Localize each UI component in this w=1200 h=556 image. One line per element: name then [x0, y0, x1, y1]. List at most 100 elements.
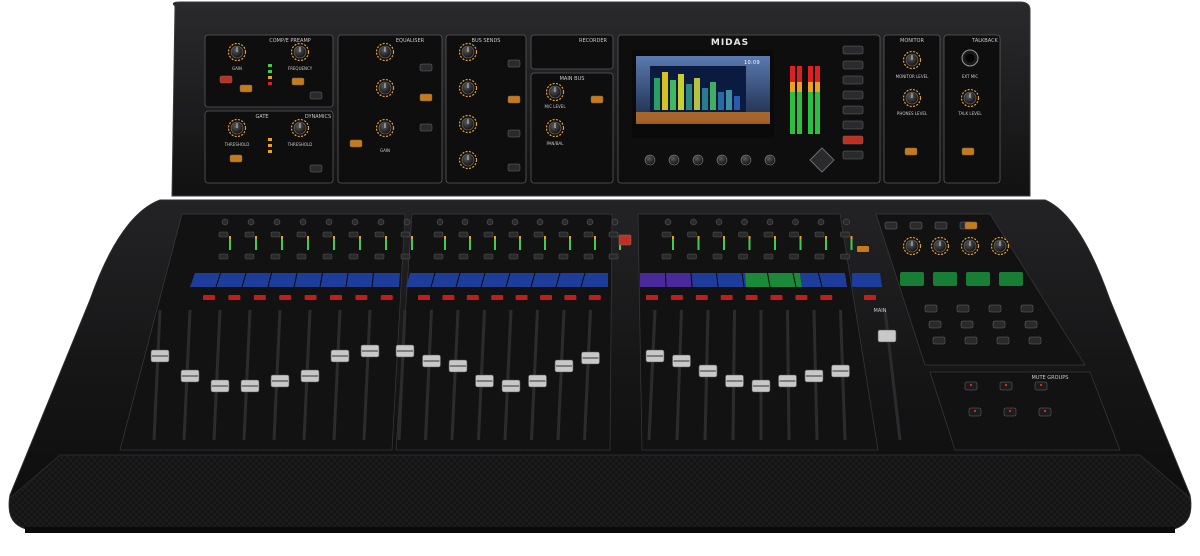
select-button[interactable]	[766, 218, 774, 226]
main-fader-knob[interactable]	[877, 329, 897, 343]
mute-button[interactable]	[515, 295, 528, 300]
mute-button[interactable]	[203, 295, 215, 300]
select-button[interactable]	[436, 218, 444, 226]
screen-encoder-knob[interactable]	[740, 154, 752, 166]
panel-button[interactable]	[507, 129, 521, 138]
solo-button[interactable]	[400, 231, 411, 238]
solo-button[interactable]	[533, 231, 544, 238]
panel-button[interactable]	[419, 123, 433, 132]
select-button[interactable]	[611, 218, 619, 226]
panel-button[interactable]	[291, 77, 305, 86]
strip-button[interactable]	[348, 253, 359, 260]
strip-button[interactable]	[433, 253, 444, 260]
mute-button[interactable]	[228, 295, 241, 300]
mute-button[interactable]	[355, 295, 368, 300]
select-button[interactable]	[403, 218, 411, 226]
solo-button[interactable]	[608, 231, 619, 238]
strip-button[interactable]	[483, 253, 494, 260]
solo-button[interactable]	[483, 231, 494, 238]
panel-button[interactable]	[507, 59, 521, 68]
mute-button[interactable]	[695, 295, 708, 300]
select-button[interactable]	[486, 218, 494, 226]
screen-shortcut-button[interactable]	[842, 90, 864, 100]
mute-button[interactable]	[795, 295, 808, 300]
panel-button[interactable]	[239, 84, 253, 93]
strip-button[interactable]	[508, 253, 519, 260]
screen-encoder-knob[interactable]	[668, 154, 680, 166]
assign-button[interactable]	[960, 320, 974, 329]
solo-button[interactable]	[296, 231, 307, 238]
assign-button[interactable]	[1028, 336, 1042, 345]
screen-encoder-knob[interactable]	[764, 154, 776, 166]
solo-button[interactable]	[348, 231, 359, 238]
screen-shortcut-button[interactable]	[842, 135, 864, 145]
select-button[interactable]	[351, 218, 359, 226]
solo-button[interactable]	[687, 231, 697, 238]
select-button[interactable]	[325, 218, 333, 226]
select-button[interactable]	[536, 218, 544, 226]
mute-button[interactable]	[330, 295, 342, 300]
mute-button[interactable]	[588, 295, 601, 300]
solo-button[interactable]	[244, 231, 255, 238]
strip-button[interactable]	[687, 253, 697, 260]
panel-button[interactable]	[419, 63, 433, 72]
assign-button[interactable]	[1020, 304, 1034, 313]
mute-button[interactable]	[442, 295, 455, 300]
select-button[interactable]	[690, 218, 697, 226]
screen-shortcut-button[interactable]	[842, 105, 864, 115]
top-assign-button[interactable]	[884, 221, 898, 230]
strip-button[interactable]	[789, 253, 799, 260]
solo-button[interactable]	[433, 231, 444, 238]
assign-button[interactable]	[988, 304, 1002, 313]
panel-button[interactable]	[219, 75, 233, 84]
strip-button[interactable]	[661, 253, 672, 260]
select-button[interactable]	[664, 218, 672, 226]
panel-button[interactable]	[590, 95, 604, 104]
solo-button[interactable]	[789, 231, 799, 238]
strip-button[interactable]	[558, 253, 569, 260]
solo-button[interactable]	[763, 231, 774, 238]
screen-encoder-knob[interactable]	[716, 154, 728, 166]
select-button[interactable]	[461, 218, 469, 226]
strip-button[interactable]	[400, 253, 411, 260]
panel-button[interactable]	[229, 154, 243, 163]
solo-button[interactable]	[840, 231, 850, 238]
strip-button[interactable]	[763, 253, 774, 260]
main-select-button[interactable]	[857, 246, 869, 252]
mute-button[interactable]	[279, 295, 292, 300]
select-button[interactable]	[586, 218, 594, 226]
strip-button[interactable]	[322, 253, 333, 260]
strip-button[interactable]	[458, 253, 469, 260]
mute-button[interactable]	[466, 295, 479, 300]
panel-button[interactable]	[309, 91, 323, 100]
select-button[interactable]	[817, 218, 825, 226]
mute-button[interactable]	[380, 295, 393, 300]
select-button[interactable]	[792, 218, 799, 226]
select-button[interactable]	[273, 218, 281, 226]
assign-button[interactable]	[928, 320, 942, 329]
main-mute-button[interactable]	[864, 295, 876, 300]
screen-encoder-knob[interactable]	[692, 154, 704, 166]
solo-button[interactable]	[583, 231, 594, 238]
strip-button[interactable]	[218, 253, 229, 260]
mute-button[interactable]	[820, 295, 833, 300]
strip-button[interactable]	[712, 253, 723, 260]
solo-button[interactable]	[738, 231, 748, 238]
mute-button[interactable]	[540, 295, 552, 300]
mute-button[interactable]	[745, 295, 758, 300]
assign-button[interactable]	[992, 320, 1006, 329]
solo-button[interactable]	[661, 231, 672, 238]
mute-button[interactable]	[670, 295, 683, 300]
assign-button[interactable]	[956, 304, 970, 313]
select-button[interactable]	[247, 218, 255, 226]
screen-shortcut-button[interactable]	[842, 120, 864, 130]
screen-shortcut-button[interactable]	[842, 150, 864, 160]
mute-button[interactable]	[304, 295, 317, 300]
strip-button[interactable]	[296, 253, 307, 260]
solo-button[interactable]	[270, 231, 281, 238]
select-button[interactable]	[715, 218, 723, 226]
assign-button[interactable]	[964, 336, 978, 345]
panel-button[interactable]	[961, 147, 975, 156]
strip-button[interactable]	[270, 253, 281, 260]
strip-button[interactable]	[814, 253, 825, 260]
